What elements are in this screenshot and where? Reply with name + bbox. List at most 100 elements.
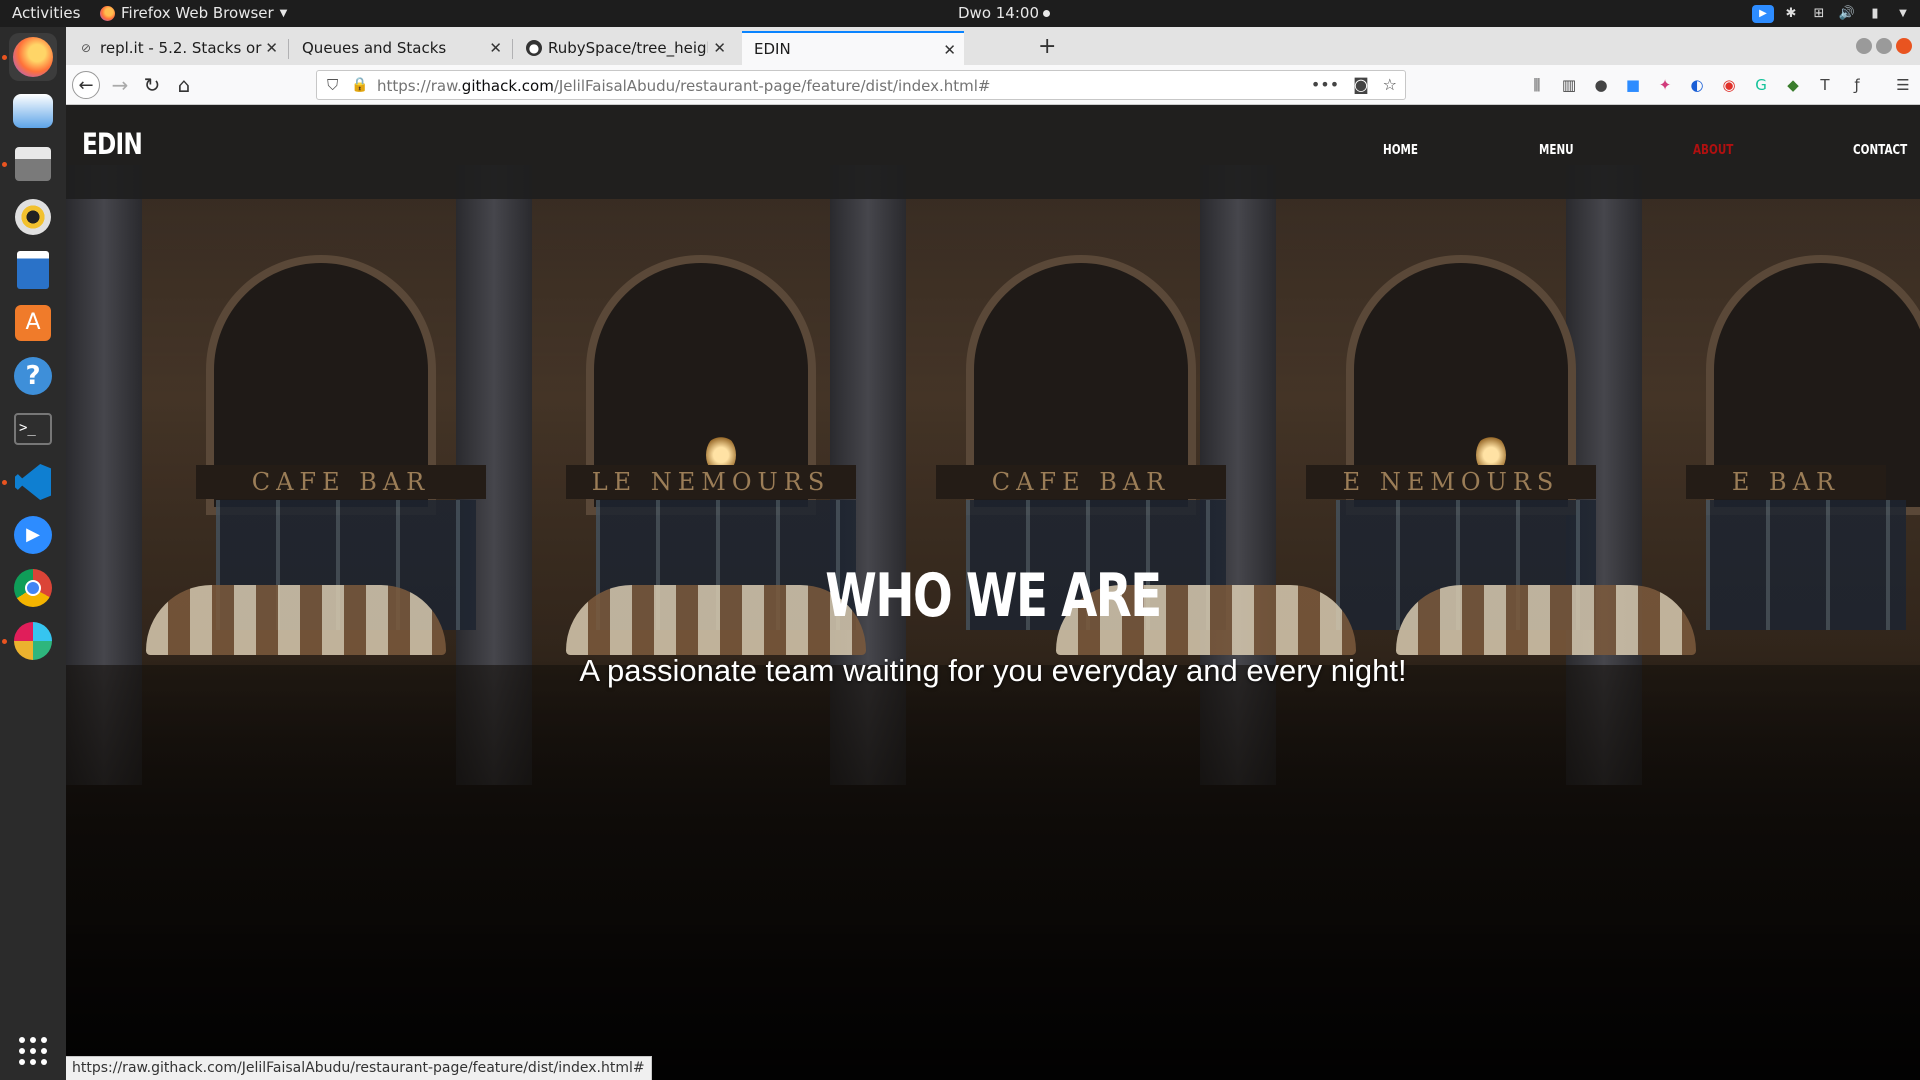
terrace-crowd	[66, 665, 1920, 925]
cafe-sign: E BAR	[1686, 465, 1886, 499]
software-icon: A	[15, 305, 51, 341]
font-extension-icon[interactable]: ƒ	[1846, 74, 1868, 96]
network-icon[interactable]: ⊞	[1808, 5, 1830, 23]
battery-icon[interactable]: ▮	[1864, 5, 1886, 23]
window-close-button[interactable]	[1896, 38, 1912, 54]
dock-thunderbird[interactable]	[9, 87, 57, 135]
writer-icon	[17, 251, 49, 289]
show-applications-button[interactable]	[9, 1027, 57, 1075]
new-tab-plus-icon[interactable]: +	[1038, 34, 1056, 59]
site-logo[interactable]: EDIN	[82, 127, 143, 161]
system-menu-chevron-icon[interactable]: ▼	[1892, 5, 1914, 23]
maximize-button[interactable]	[1876, 38, 1892, 54]
forward-arrow-icon[interactable]: →	[106, 71, 134, 99]
slack-tray-icon[interactable]: ✱	[1780, 5, 1802, 23]
page-actions-menu-icon[interactable]: •••	[1311, 75, 1339, 94]
firefox-icon	[13, 37, 53, 77]
hero-title: WHO WE ARE	[66, 561, 1920, 631]
hero-title-text: WHO WE ARE	[825, 561, 1162, 631]
clock[interactable]: Dwo 14:00	[958, 4, 1050, 22]
activities-button[interactable]: Activities	[12, 4, 80, 22]
text-extension-icon[interactable]: T	[1814, 74, 1836, 96]
zoom-extension-icon[interactable]: ■	[1622, 74, 1644, 96]
dock-chrome[interactable]	[9, 564, 57, 612]
system-tray: ▶ ✱ ⊞ 🔊 ▮ ▼	[1752, 2, 1920, 25]
tab-title: EDIN	[754, 40, 791, 58]
tab-separator	[512, 39, 513, 59]
slack-icon	[14, 622, 52, 660]
record-extension-icon[interactable]: ◉	[1718, 74, 1740, 96]
extension-icon[interactable]: ◆	[1782, 74, 1804, 96]
running-indicator	[2, 55, 7, 60]
tracking-shield-icon[interactable]: ⛉	[327, 76, 338, 94]
bookmark-star-icon[interactable]: ☆	[1383, 75, 1397, 94]
tab-rubyspace[interactable]: ● RubySpace/tree_height_ ✕	[514, 31, 734, 65]
running-indicator	[2, 162, 7, 167]
dock-help[interactable]: ?	[9, 352, 57, 400]
dock-vscode[interactable]	[9, 458, 57, 506]
help-icon: ?	[14, 357, 52, 395]
replit-icon: ⊘	[80, 41, 92, 55]
rhythmbox-icon	[15, 199, 51, 235]
reload-icon[interactable]: ↻	[138, 71, 166, 99]
zoom-tray-icon[interactable]: ▶	[1752, 4, 1774, 23]
github-icon: ●	[526, 40, 542, 56]
dock-rhythmbox[interactable]	[9, 193, 57, 241]
chrome-icon	[14, 569, 52, 607]
tab-queues-and-stacks[interactable]: Queues and Stacks ✕	[290, 31, 510, 65]
nav-home[interactable]: HOME	[1383, 143, 1418, 158]
dock-terminal[interactable]: >_	[9, 405, 57, 453]
url-bar[interactable]: ⛉ 🔒 https://raw.githack.com/JelilFaisalA…	[316, 70, 1406, 100]
close-icon[interactable]: ✕	[943, 41, 956, 59]
colorpicker-extension-icon[interactable]: ✦	[1654, 74, 1676, 96]
terminal-icon: >_	[14, 413, 52, 445]
hero-subtitle: A passionate team waiting for you everyd…	[579, 653, 1407, 688]
web-page: CAFE BAR LE NEMOURS CAFE BAR E NEMOURS E…	[66, 105, 1920, 1080]
dock-files[interactable]	[9, 140, 57, 188]
dock-firefox[interactable]	[9, 33, 57, 81]
hamburger-menu-icon[interactable]: ☰	[1892, 74, 1914, 96]
back-arrow-icon[interactable]: ←	[72, 71, 100, 99]
app-menu-label: Firefox Web Browser	[121, 4, 274, 22]
link-status-tooltip: https://raw.githack.com/JelilFaisalAbudu…	[66, 1056, 652, 1080]
dock-zoom[interactable]: ▶	[9, 511, 57, 559]
tab-title: RubySpace/tree_height_	[548, 39, 708, 57]
tab-title: repl.it - 5.2. Stacks or Re	[100, 39, 265, 57]
tab-edin[interactable]: EDIN ✕	[742, 31, 964, 65]
nav-about[interactable]: ABOUT	[1693, 143, 1733, 158]
grammarly-extension-icon[interactable]: G	[1750, 74, 1772, 96]
dock-software[interactable]: A	[9, 299, 57, 347]
app-menu[interactable]: Firefox Web Browser ▼	[100, 4, 287, 22]
show-apps-icon	[19, 1037, 47, 1065]
blue-extension-icon[interactable]: ◐	[1686, 74, 1708, 96]
running-indicator	[2, 480, 7, 485]
url-path: /JelilFaisalAbudu/restaurant-page/featur…	[553, 77, 991, 95]
chevron-down-icon: ▼	[279, 7, 288, 19]
url-text[interactable]: https://raw.githack.com/JelilFaisalAbudu…	[377, 77, 991, 95]
nav-contact[interactable]: CONTACT	[1853, 143, 1907, 158]
url-domain: githack.com	[461, 77, 554, 95]
dock-slack[interactable]	[9, 617, 57, 665]
url-prefix: https://raw.	[377, 77, 462, 95]
nav-menu[interactable]: MENU	[1539, 143, 1574, 158]
close-icon[interactable]: ✕	[713, 39, 726, 57]
home-icon[interactable]: ⌂	[170, 71, 198, 99]
library-icon[interactable]: ⫼	[1526, 74, 1548, 96]
cafe-sign: LE NEMOURS	[566, 465, 856, 499]
cafe-sign: E NEMOURS	[1306, 465, 1596, 499]
system-top-bar: Activities Firefox Web Browser ▼ Dwo 14:…	[0, 0, 1920, 27]
tab-separator	[288, 39, 289, 59]
account-icon[interactable]: ●	[1590, 74, 1612, 96]
sidebar-icon[interactable]: ▥	[1558, 74, 1580, 96]
clock-label: Dwo 14:00	[958, 4, 1039, 22]
pocket-icon[interactable]: ◙	[1353, 75, 1369, 94]
dock-writer[interactable]	[9, 246, 57, 294]
close-icon[interactable]: ✕	[489, 39, 502, 57]
minimize-button[interactable]	[1856, 38, 1872, 54]
navigation-toolbar: ← → ↻ ⌂ ⛉ 🔒 https://raw.githack.com/Jeli…	[66, 65, 1920, 105]
lock-icon[interactable]: 🔒	[351, 77, 368, 93]
tab-replit[interactable]: ⊘ repl.it - 5.2. Stacks or Re ✕	[66, 31, 286, 65]
close-icon[interactable]: ✕	[265, 39, 278, 57]
cafe-sign: CAFE BAR	[936, 465, 1226, 499]
volume-icon[interactable]: 🔊	[1836, 5, 1858, 23]
